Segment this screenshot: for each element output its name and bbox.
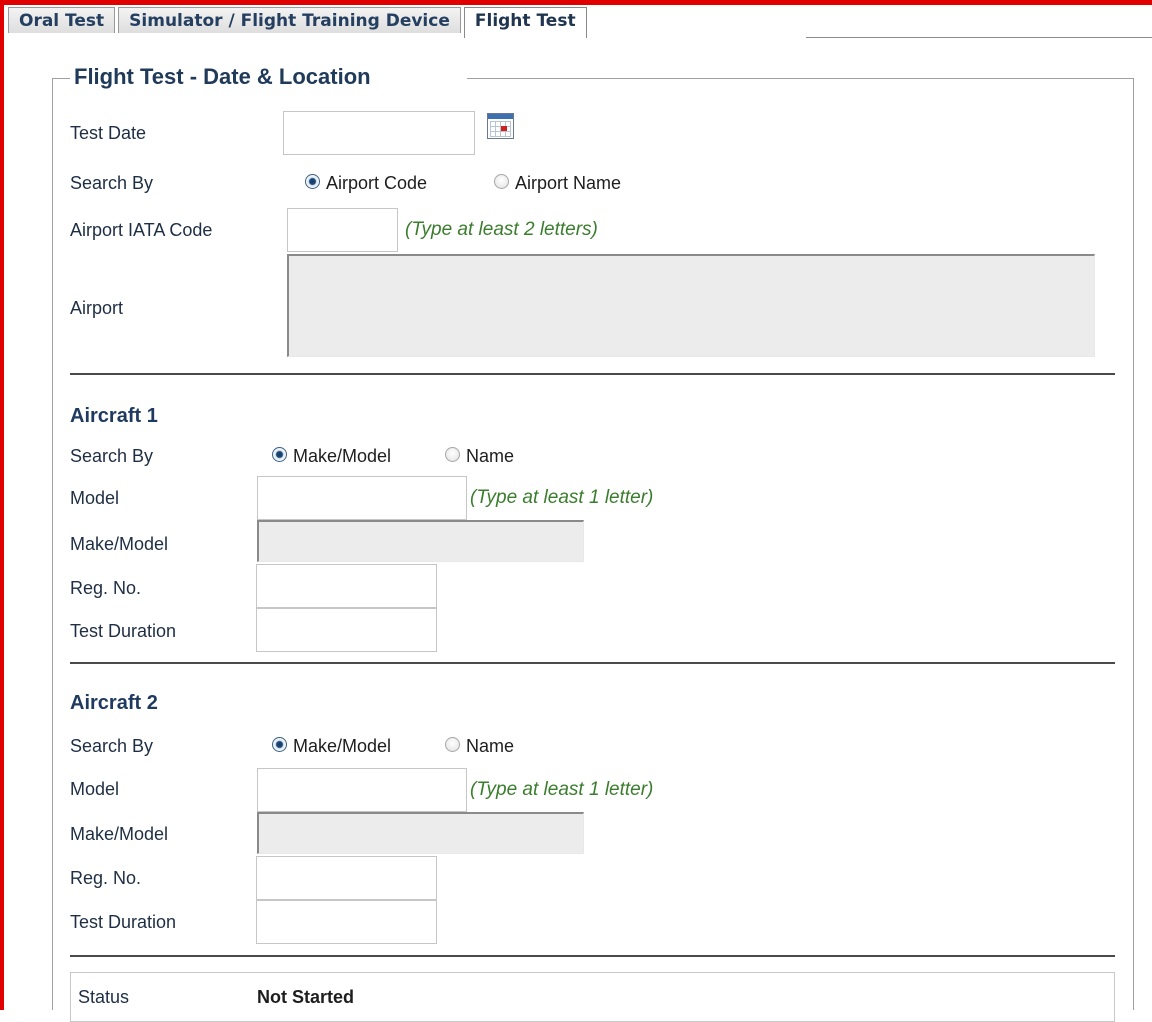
aircraft-2-search-by-label: Search By	[70, 736, 154, 756]
section-divider-2	[70, 662, 1115, 664]
aircraft-2-make-model-label: Make/Model	[70, 824, 169, 844]
aircraft-2-model-hint: (Type at least 1 letter)	[470, 779, 654, 800]
red-frame-top	[0, 0, 1152, 5]
aircraft-1-model-input[interactable]	[257, 476, 467, 520]
aircraft-1-name-radio[interactable]	[445, 447, 460, 462]
aircraft-2-reg-no-label: Reg. No.	[70, 868, 142, 888]
tab-bar: Oral Test Simulator / Flight Training De…	[8, 7, 590, 38]
airport-code-label: Airport IATA Code	[70, 220, 213, 240]
aircraft-1-duration-label: Test Duration	[70, 621, 177, 641]
section-divider-3	[70, 955, 1115, 957]
tab-oral-test[interactable]: Oral Test	[8, 7, 116, 33]
airport-name-radio-label[interactable]: Airport Name	[515, 173, 621, 194]
aircraft-1-reg-no-label: Reg. No.	[70, 578, 142, 598]
fieldset-border-right	[1133, 78, 1134, 1010]
test-date-label: Test Date	[70, 123, 147, 143]
aircraft-1-make-model-display	[257, 520, 584, 562]
calendar-icon[interactable]	[487, 113, 514, 139]
aircraft-2-name-radio-label[interactable]: Name	[466, 736, 514, 757]
aircraft-1-duration-input[interactable]	[256, 608, 437, 652]
aircraft-2-make-model-radio-label[interactable]: Make/Model	[293, 736, 391, 757]
aircraft-2-title: Aircraft 2	[70, 692, 158, 714]
aircraft-2-model-input[interactable]	[257, 768, 467, 812]
tab-baseline	[806, 37, 1152, 38]
airport-label: Airport	[70, 298, 124, 318]
aircraft-1-make-model-radio[interactable]	[272, 447, 287, 462]
aircraft-2-duration-label: Test Duration	[70, 912, 177, 932]
fieldset-border-top-right	[467, 78, 1134, 79]
aircraft-1-make-model-radio-label[interactable]: Make/Model	[293, 446, 391, 467]
airport-code-radio-label[interactable]: Airport Code	[326, 173, 427, 194]
status-value: Not Started	[257, 987, 355, 1007]
aircraft-2-model-label: Model	[70, 779, 120, 799]
fieldset-border-top-left	[52, 78, 70, 79]
aircraft-1-search-by-label: Search By	[70, 446, 154, 466]
aircraft-1-title: Aircraft 1	[70, 405, 158, 427]
test-date-input[interactable]	[283, 111, 475, 155]
aircraft-2-reg-no-input[interactable]	[256, 856, 437, 900]
aircraft-1-make-model-label: Make/Model	[70, 534, 169, 554]
aircraft-1-name-radio-label[interactable]: Name	[466, 446, 514, 467]
airport-search-by-label: Search By	[70, 173, 154, 193]
aircraft-2-make-model-display	[257, 812, 584, 854]
airport-name-radio[interactable]	[494, 174, 509, 189]
aircraft-2-name-radio[interactable]	[445, 737, 460, 752]
status-label: Status	[78, 987, 130, 1007]
airport-code-input[interactable]	[287, 208, 398, 252]
aircraft-2-duration-input[interactable]	[256, 900, 437, 944]
airport-code-radio[interactable]	[305, 174, 320, 189]
airport-code-hint: (Type at least 2 letters)	[405, 219, 598, 240]
aircraft-2-make-model-radio[interactable]	[272, 737, 287, 752]
tab-simulator[interactable]: Simulator / Flight Training Device	[118, 7, 461, 33]
tab-flight-test[interactable]: Flight Test	[463, 7, 587, 38]
section-divider-1	[70, 373, 1115, 375]
fieldset-border-left	[52, 78, 53, 1010]
fieldset-legend: Flight Test - Date & Location	[74, 64, 371, 89]
status-panel	[70, 972, 1115, 1022]
aircraft-1-reg-no-input[interactable]	[256, 564, 437, 608]
aircraft-1-model-hint: (Type at least 1 letter)	[470, 487, 654, 508]
aircraft-1-model-label: Model	[70, 488, 120, 508]
red-frame-left	[0, 0, 4, 1010]
airport-display	[287, 254, 1095, 357]
